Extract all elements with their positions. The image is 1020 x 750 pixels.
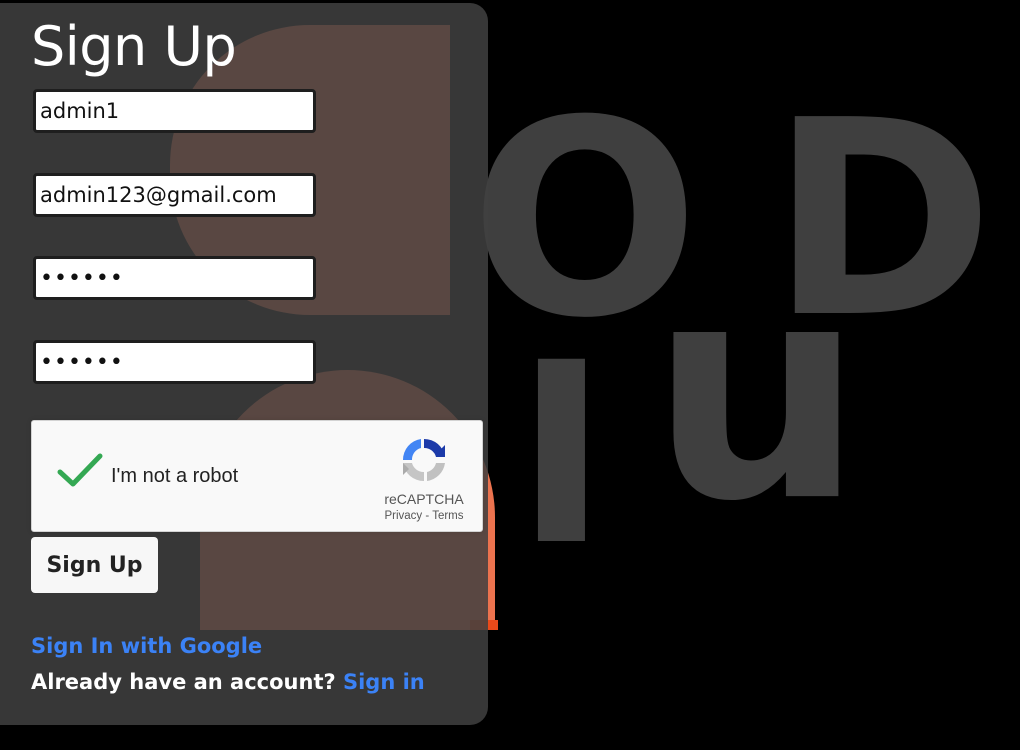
account-prompt-text: Already have an account?: [31, 670, 336, 694]
recaptcha-links: Privacy - Terms: [372, 510, 476, 522]
recaptcha-logo-icon: [402, 438, 445, 482]
background-letter-i: I: [515, 309, 609, 600]
privacy-link[interactable]: Privacy: [384, 510, 422, 522]
recaptcha-widget: I'm not a robot reCAPTCHA Privacy - Term…: [31, 420, 483, 532]
signup-card: Sign Up I'm not a robot reCAPTCHA Privac…: [0, 3, 488, 725]
username-input[interactable]: [33, 89, 316, 133]
password-input[interactable]: [33, 256, 316, 300]
sign-up-button[interactable]: Sign Up: [31, 537, 158, 593]
page: O D I n Sign Up I'm not a robot reCAPTC: [0, 0, 1020, 750]
terms-link[interactable]: Terms: [432, 510, 463, 522]
account-prompt-line: Already have an account? Sign in: [31, 670, 425, 694]
email-input[interactable]: [33, 173, 316, 217]
sign-in-link[interactable]: Sign in: [343, 670, 425, 694]
confirm-password-input[interactable]: [33, 340, 316, 384]
recaptcha-brand: reCAPTCHA: [384, 491, 464, 507]
links-separator: -: [422, 510, 433, 522]
background-letter-n: n: [650, 261, 864, 610]
recaptcha-label[interactable]: I'm not a robot: [111, 465, 238, 488]
google-sign-in-link[interactable]: Sign In with Google: [31, 634, 262, 658]
page-title: Sign Up: [31, 15, 237, 78]
checkmark-icon[interactable]: [56, 451, 104, 491]
